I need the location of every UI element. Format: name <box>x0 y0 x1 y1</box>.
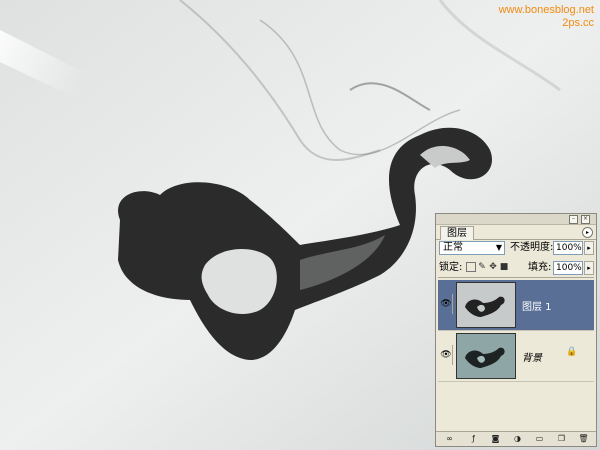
layer-name[interactable]: 背景 <box>522 349 542 364</box>
layer-row-1[interactable]: 👁 图层 1 <box>438 280 594 331</box>
lock-transparency-icon[interactable] <box>466 262 476 272</box>
visibility-eye-icon[interactable]: 👁 <box>440 294 453 314</box>
group-icon[interactable]: ▭ <box>534 434 545 444</box>
layers-list: 👁 图层 1 👁 背景 🔒 <box>438 277 594 428</box>
panel-titlebar[interactable]: – × <box>436 214 596 225</box>
watermark-site: 2ps.cc <box>562 17 594 29</box>
chevron-down-icon: ▼ <box>495 243 502 252</box>
panel-tabs: 图层 ▸ <box>436 225 596 240</box>
panel-menu-icon[interactable]: ▸ <box>582 227 593 238</box>
adjustment-icon[interactable]: ◑ <box>512 434 523 444</box>
lock-move-icon[interactable]: ✥ <box>488 262 498 272</box>
fill-slider-button[interactable]: ▸ <box>584 261 594 275</box>
blend-mode-value: 正常 <box>443 242 463 253</box>
blend-row: 正常 ▼ 不透明度: 100% ▸ <box>436 239 596 257</box>
layer-style-icon[interactable]: ƒ <box>468 434 479 444</box>
blend-mode-select[interactable]: 正常 ▼ <box>439 241 505 255</box>
visibility-eye-icon[interactable]: 👁 <box>440 345 453 365</box>
lock-brush-icon[interactable]: ✎ <box>477 262 487 272</box>
opacity-label: 不透明度: <box>510 242 554 253</box>
lock-row: 锁定: ✎ ✥ ■ 填充: 100% ▸ <box>436 259 596 277</box>
mask-icon[interactable]: ◙ <box>490 434 501 444</box>
layer-row-background[interactable]: 👁 背景 🔒 <box>438 331 594 382</box>
layers-panel: – × 图层 ▸ 正常 ▼ 不透明度: 100% ▸ 锁定: ✎ ✥ ■ 填充:… <box>435 213 597 447</box>
minimize-icon[interactable]: – <box>569 215 578 224</box>
lock-icon: 🔒 <box>566 347 578 357</box>
delete-icon[interactable]: 🗑 <box>578 434 589 444</box>
thumbnail-image <box>457 334 515 378</box>
layer-thumbnail <box>456 333 516 379</box>
new-layer-icon[interactable]: ❐ <box>556 434 567 444</box>
close-icon[interactable]: × <box>581 215 590 224</box>
lock-label: 锁定: <box>439 262 463 273</box>
layer-thumbnail <box>456 282 516 328</box>
watermark-url: www.bonesblog.net <box>498 4 594 16</box>
link-icon[interactable]: ∞ <box>444 434 455 444</box>
lock-all-icon[interactable]: ■ <box>499 262 509 272</box>
layer-name[interactable]: 图层 1 <box>522 298 552 313</box>
thumbnail-image <box>457 283 515 327</box>
opacity-input[interactable]: 100% <box>553 241 583 255</box>
panel-footer: ∞ ƒ ◙ ◑ ▭ ❐ 🗑 <box>436 431 596 446</box>
opacity-slider-button[interactable]: ▸ <box>584 241 594 255</box>
tab-layers[interactable]: 图层 <box>440 226 474 240</box>
fill-label: 填充: <box>528 262 552 273</box>
fill-input[interactable]: 100% <box>553 261 583 275</box>
